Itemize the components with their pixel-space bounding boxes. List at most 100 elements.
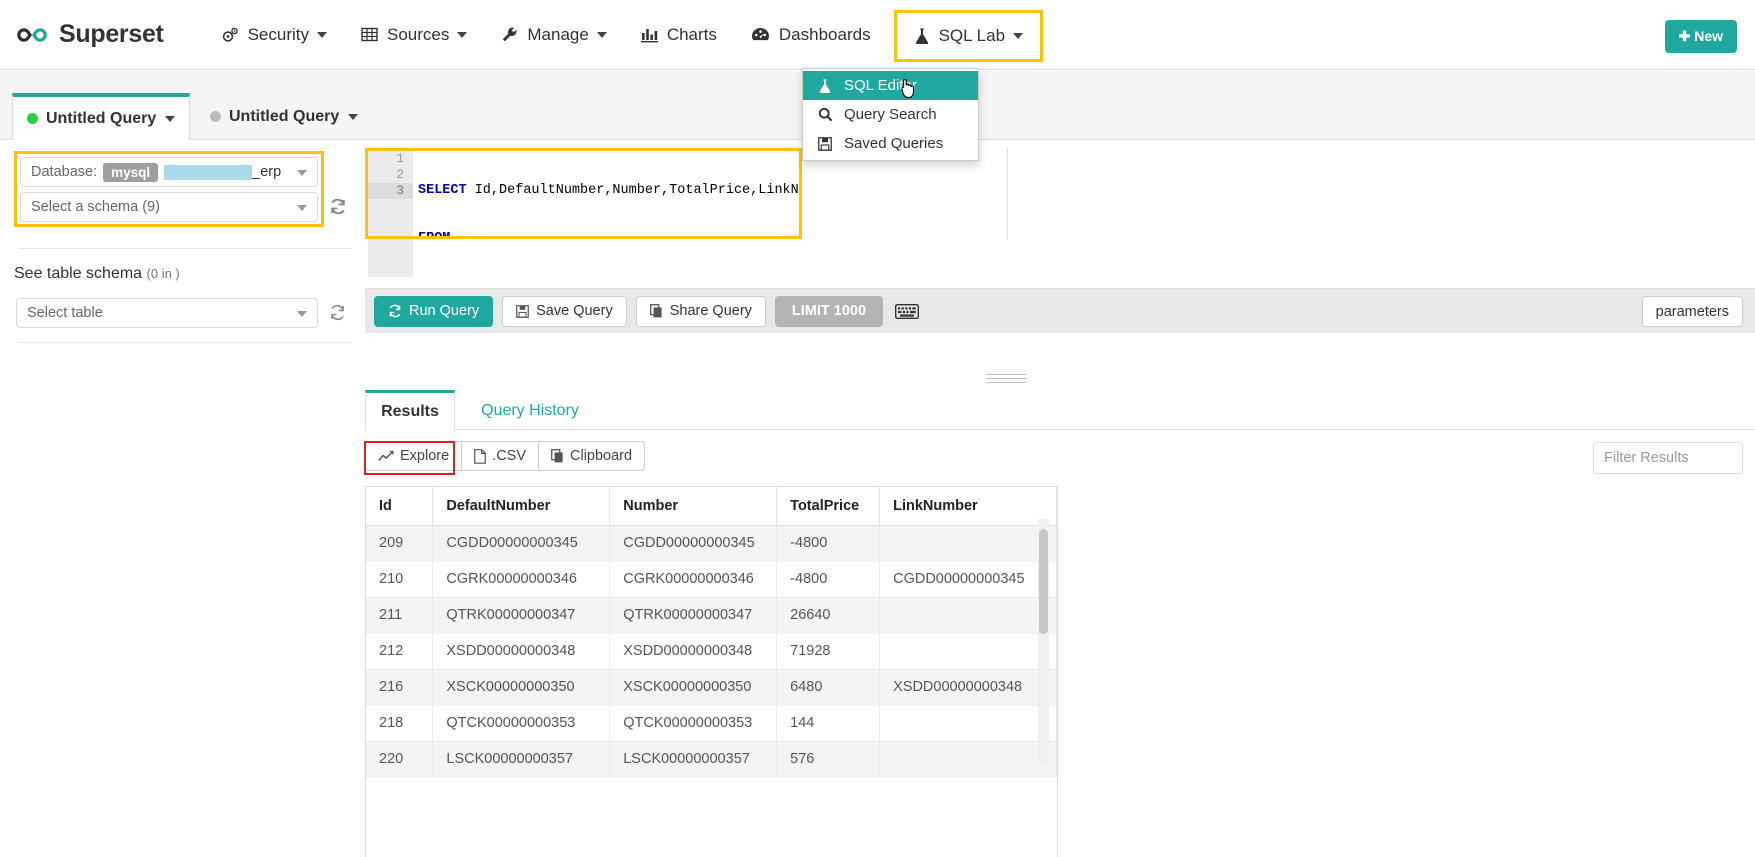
line-number: 1 [396, 151, 404, 166]
table-row: 209 CGDD00000000345 CGDD00000000345 -480… [366, 525, 1057, 562]
top-navbar: Superset Security Sources Manage Charts … [0, 0, 1755, 70]
cell-linknumber [879, 741, 1057, 778]
panel-resize-handle[interactable] [986, 374, 1026, 383]
menu-item-sql-editor[interactable]: SQL Editor [803, 71, 978, 100]
mouse-cursor-icon [898, 76, 920, 107]
copy-icon [649, 304, 663, 318]
chevron-down-icon [457, 31, 468, 38]
nav-item-sql-lab[interactable]: SQL Lab [893, 9, 1044, 62]
column-header-totalprice[interactable]: TotalPrice [776, 487, 881, 526]
tab-results[interactable]: Results [365, 390, 455, 431]
refresh-icon [388, 304, 402, 318]
csv-button[interactable]: .CSV [461, 441, 540, 471]
file-icon [474, 448, 487, 464]
share-query-button[interactable]: Share Query [635, 295, 766, 327]
scrollbar-thumb[interactable] [1039, 529, 1048, 634]
menu-item-query-search[interactable]: Query Search [803, 100, 978, 129]
explore-button[interactable]: Explore [365, 441, 463, 471]
table-select[interactable]: Select table [16, 298, 318, 328]
chevron-down-icon [317, 31, 328, 38]
cell-totalprice: 144 [776, 705, 881, 742]
clipboard-button[interactable]: Clipboard [538, 441, 646, 471]
editor-refresh-icon[interactable] [330, 198, 347, 220]
nav-label: Charts [666, 24, 717, 44]
nav-label: Dashboards [778, 24, 871, 44]
column-header-id[interactable]: Id [366, 487, 434, 526]
parameters-label: parameters [1655, 303, 1729, 320]
limit-dropdown-button[interactable]: LIMIT 1000 [774, 295, 884, 327]
database-engine-badge: mysql [103, 162, 159, 182]
refresh-tables-icon[interactable] [329, 304, 346, 326]
editor-background-bottom [365, 239, 1008, 280]
query-tab-0[interactable]: Untitled Query [12, 93, 191, 140]
chevron-down-icon[interactable] [348, 113, 359, 120]
flask-icon [815, 78, 835, 94]
clipboard-label: Clipboard [570, 448, 633, 464]
sql-editor[interactable]: 1 2 3 SELECT Id,DefaultNumber,Number,Tot… [365, 148, 802, 239]
query-tab-label: Untitled Query [229, 107, 340, 125]
menu-item-saved-queries[interactable]: Saved Queries [803, 129, 978, 158]
chevron-down-icon[interactable] [165, 115, 176, 122]
chevron-down-icon [1013, 32, 1024, 39]
flask-icon [914, 27, 930, 45]
results-actions: Explore .CSV Clipboard [365, 441, 646, 471]
csv-label: .CSV [492, 448, 527, 464]
cell-totalprice: -4800 [776, 525, 881, 562]
cell-linknumber [879, 525, 1057, 562]
floppy-disk-icon [815, 136, 835, 151]
cell-number: CGRK00000000346 [609, 561, 778, 598]
parameters-button[interactable]: parameters [1641, 296, 1743, 327]
table-row: 218 QTCK00000000353 QTCK00000000353 144 [366, 705, 1057, 742]
dashboard-gauge-icon [751, 26, 770, 43]
brand-name: Superset [59, 20, 164, 48]
cell-id: 218 [366, 705, 434, 742]
brand-logo-link[interactable]: Superset [14, 20, 164, 49]
results-table-body: 209 CGDD00000000345 CGDD00000000345 -480… [366, 525, 1057, 778]
status-dot-gray [210, 111, 221, 122]
filter-results-input[interactable]: Filter Results [1593, 442, 1743, 474]
nav-item-manage[interactable]: Manage [484, 0, 623, 70]
column-header-linknumber[interactable]: LinkNumber [879, 487, 1057, 526]
menu-item-label: Query Search [844, 106, 937, 123]
query-tab-1[interactable]: Untitled Query [196, 93, 372, 140]
cell-number: QTCK00000000353 [609, 705, 778, 742]
cell-defaultnumber: LSCK00000000357 [432, 741, 611, 778]
nav-item-security[interactable]: Security [204, 0, 344, 70]
run-query-button[interactable]: Run Query [374, 295, 494, 327]
nav-item-charts[interactable]: Charts [624, 0, 734, 70]
tab-query-history[interactable]: Query History [460, 390, 600, 431]
run-query-label: Run Query [409, 303, 480, 319]
schema-select[interactable]: Select a schema (9) [20, 192, 318, 222]
sql-lab-dropdown-menu: SQL Editor Query Search Saved Queries [802, 68, 979, 161]
cell-linknumber: CGDD00000000345 [879, 561, 1057, 598]
status-dot-green [27, 113, 38, 124]
table-row: 210 CGRK00000000346 CGRK00000000346 -480… [366, 561, 1057, 598]
cell-number: CGDD00000000345 [609, 525, 778, 562]
cell-defaultnumber: QTCK00000000353 [432, 705, 611, 742]
results-table: Id DefaultNumber Number TotalPrice LinkN… [366, 487, 1057, 778]
new-button[interactable]: ✚ New [1664, 20, 1737, 53]
table-row: 216 XSCK00000000350 XSCK00000000350 6480… [366, 669, 1057, 706]
column-header-defaultnumber[interactable]: DefaultNumber [432, 487, 611, 526]
new-button-label: New [1694, 28, 1723, 44]
table-row: 212 XSDD00000000348 XSDD00000000348 7192… [366, 633, 1057, 670]
limit-label: LIMIT 1000 [791, 303, 867, 319]
nav-item-sources[interactable]: Sources [344, 0, 484, 70]
cell-number: QTRK00000000347 [609, 597, 778, 634]
sql-editor-code[interactable]: SELECT Id,DefaultNumber,Number,TotalPric… [413, 151, 799, 236]
cell-number: LSCK00000000357 [609, 741, 778, 778]
table-row: 211 QTRK00000000347 QTRK00000000347 2664… [366, 597, 1057, 634]
sql-keyword: FROM [418, 231, 451, 239]
chart-line-icon [378, 450, 394, 463]
nav-item-dashboards[interactable]: Dashboards [734, 0, 888, 70]
keyboard-shortcuts-icon[interactable] [894, 300, 920, 322]
results-vertical-scrollbar[interactable] [1038, 519, 1049, 764]
column-header-number[interactable]: Number [609, 487, 778, 526]
share-query-label: Share Query [669, 303, 752, 319]
cell-id: 211 [366, 597, 434, 634]
save-query-button[interactable]: Save Query [502, 295, 627, 327]
database-select[interactable]: Database: mysql _erp [20, 157, 318, 187]
cell-linknumber [879, 597, 1057, 634]
explore-label: Explore [400, 448, 450, 464]
search-icon [815, 107, 835, 122]
